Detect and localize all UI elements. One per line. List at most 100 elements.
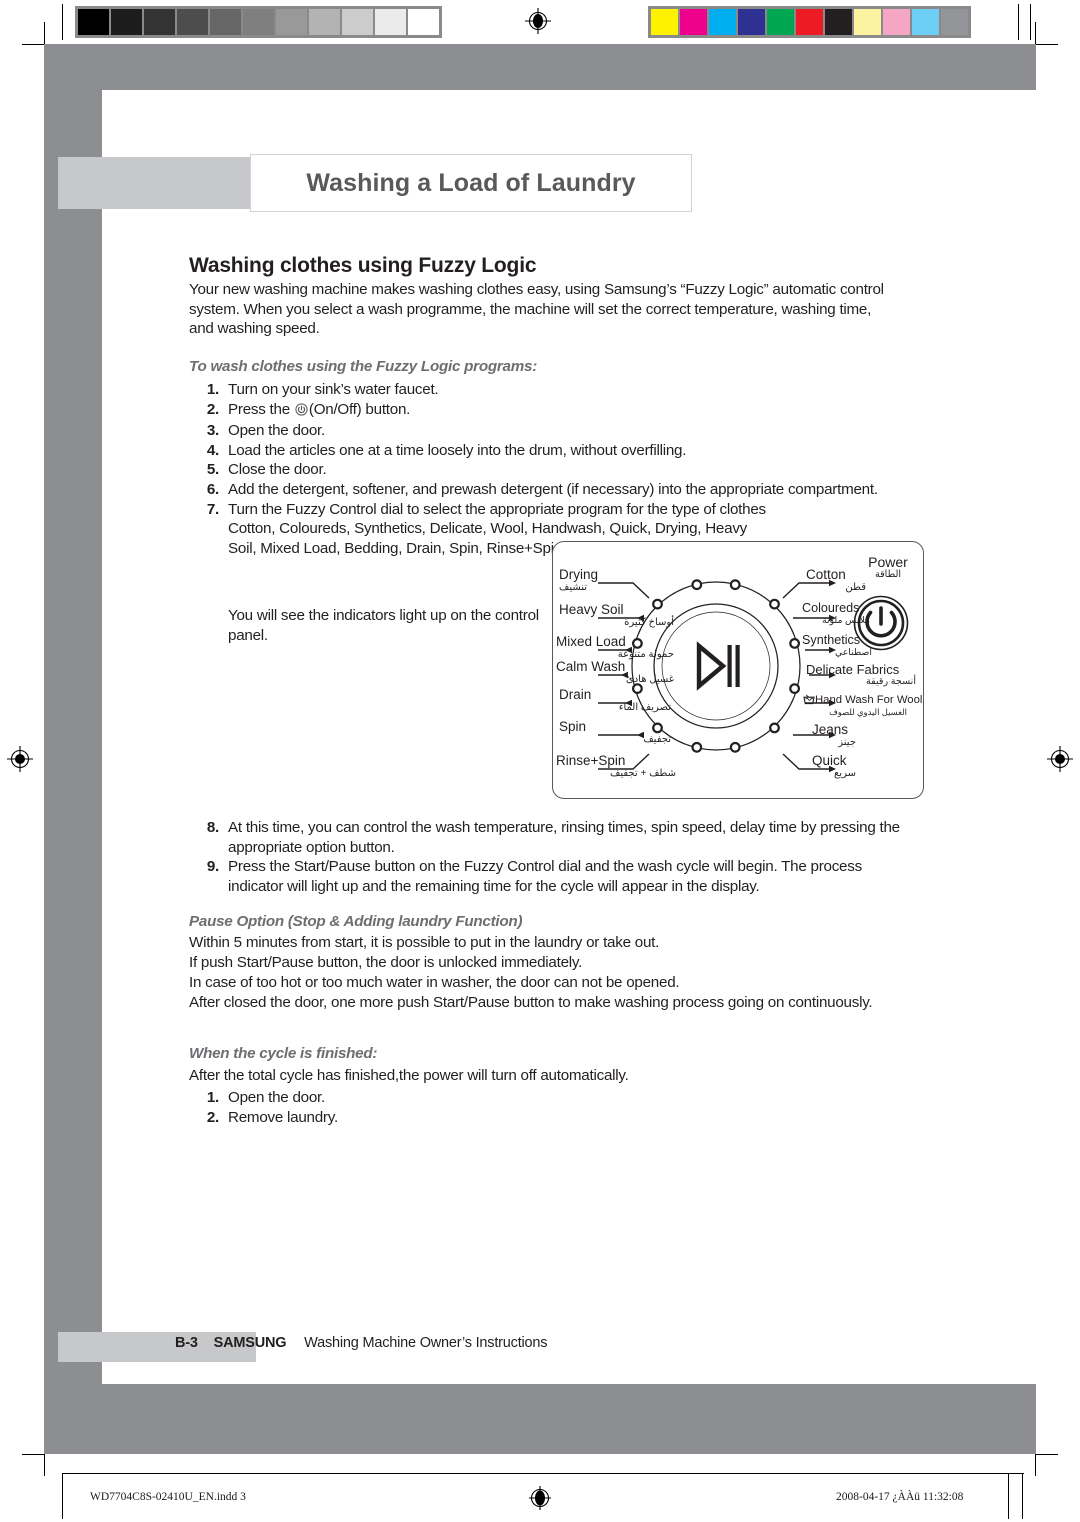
calibration-swatch [709, 9, 738, 35]
power-label-en: Power [868, 554, 908, 570]
trim-mark [22, 44, 44, 45]
dial-label-calm-wash: Calm Wash غسيل هادئ [556, 659, 674, 686]
pause-option-line: After closed the door, one more push Sta… [189, 994, 873, 1011]
dial-label-en: Delicate Fabrics [806, 662, 900, 677]
calibration-swatch [243, 9, 276, 35]
manual-page: Washing a Load of Laundry Washing clothe… [44, 44, 1036, 1454]
trim-mark [44, 1454, 45, 1476]
step-text: Load the articles one at a time loosely … [228, 441, 687, 459]
step-text: Add the detergent, softener, and prewash… [228, 480, 878, 498]
print-footer-filename: WD7704C8S-02410U_EN.indd 3 [90, 1491, 246, 1503]
registration-target-icon-bottom [526, 1484, 554, 1512]
indicator-note: You will see the indicators light up on … [228, 607, 539, 644]
list-item: 9. Press the Start/Pause button on the F… [189, 857, 919, 896]
calibration-swatch [111, 9, 144, 35]
dial-label-coloureds: Coloureds ملابس ملونة [802, 601, 870, 626]
trim-mark [1035, 1454, 1036, 1476]
calibration-swatch [883, 9, 912, 35]
greyscale-calibration-bar [75, 6, 442, 38]
power-label-ar: الطاقة [874, 569, 902, 580]
hand-wash-icon [803, 694, 815, 708]
play-pause-icon [696, 641, 740, 691]
page-title-box: Washing a Load of Laundry [250, 154, 692, 212]
footer-page-number: B-3 [175, 1335, 198, 1351]
calibration-swatch [309, 9, 342, 35]
step-number: 8. [206, 819, 219, 836]
dial-label-en: Mixed Load [556, 634, 626, 649]
step-text: Open the door. [228, 422, 325, 440]
page-band-top [44, 44, 1036, 90]
step-text: Remove laundry. [228, 1108, 338, 1126]
page-title: Washing a Load of Laundry [306, 168, 636, 197]
page-band-bottom [102, 1384, 1036, 1454]
print-footer-rule [62, 1473, 1024, 1474]
color-calibration-bar [648, 6, 971, 38]
calibration-swatch [78, 9, 111, 35]
step-text-before: Press the [228, 400, 290, 418]
fuzzy-logic-steps-list-2: 8. At this time, you can control the was… [189, 818, 919, 896]
dial-label-spin: Spin تجفيف [559, 720, 671, 746]
dial-label-ar: أوساخ كثيرة [624, 617, 674, 628]
dial-label-en: Hand Wash For Wool [815, 694, 923, 706]
dial-label-jeans: Jeans جينز [812, 723, 874, 749]
registration-target-icon-top [524, 7, 552, 35]
calibration-swatch [375, 9, 408, 35]
page-band-left [44, 90, 102, 1454]
page-title-wrap: Washing a Load of Laundry [52, 154, 692, 212]
dial-label-drying: Drying تنشيف [559, 567, 669, 594]
calibration-swatch [767, 9, 796, 35]
dial-label-drain: Drain تصريف الماء [559, 687, 671, 714]
cycle-finished-steps-list: 1. Open the door. 2. Remove laundry. [189, 1088, 689, 1127]
dial-label-ar: ملابس ملونة [822, 615, 870, 625]
fuzzy-control-dial-panel[interactable]: Drying تنشيف Heavy Soil أوساخ كثيرة Mixe… [552, 541, 924, 799]
list-item: 6. Add the detergent, softener, and prew… [189, 480, 909, 500]
calibration-swatch [177, 9, 210, 35]
dial-label-en: Rinse+Spin [556, 753, 626, 768]
dial-label-quick: Quick سريع [812, 753, 874, 780]
dial-label-en: Coloureds [802, 601, 860, 615]
step-text-after: (On/Off) button. [308, 400, 411, 418]
calibration-swatch [854, 9, 883, 35]
step-text: Open the door. [228, 1089, 325, 1106]
list-item: 1. Open the door. [189, 1088, 689, 1108]
print-footer-edge-rule [1022, 1473, 1023, 1519]
steps-subheading: To wash clothes using the Fuzzy Logic pr… [189, 358, 538, 375]
dial-label-en: Calm Wash [556, 659, 626, 674]
calibration-swatch [680, 9, 709, 35]
step-number: 6. [206, 480, 219, 498]
calibration-swatch [144, 9, 177, 35]
step-number: 7. [206, 500, 219, 518]
list-item: 3. Open the door. [189, 421, 909, 441]
dial-label-ar: أنسجة رقيقة [865, 676, 916, 687]
dial-label-en: Synthetics [802, 633, 861, 647]
trim-mark [22, 1454, 44, 1455]
pause-option-line: Within 5 minutes from start, it is possi… [189, 934, 660, 951]
calibration-swatch [941, 9, 968, 35]
edge-rule [1030, 4, 1031, 40]
trim-mark [44, 22, 45, 44]
print-footer-timestamp: 2008-04-17 ¿ÀÀü 11:32:08 [836, 1491, 964, 1503]
step-text: Turn on your sink’s water faucet. [228, 381, 439, 398]
dial-label-ar: تصريف الماء [618, 702, 671, 713]
calibration-swatch [651, 9, 680, 35]
step-text: Press the (On/Off) button. [228, 400, 909, 422]
dial-label-en: Quick [812, 753, 847, 768]
dial-label-ar: قطن [845, 582, 866, 593]
trim-mark [1036, 44, 1058, 45]
print-footer-edge-rule [1008, 1473, 1009, 1519]
list-item: 5. Close the door. [189, 460, 909, 480]
step-text: Press the Start/Pause button on the Fuzz… [228, 858, 862, 895]
dial-label-delicate-fabrics: Delicate Fabrics أنسجة رقيقة [806, 663, 916, 687]
dial-label-hand-wash-for-wool: Hand Wash For Wool الغسيل اليدوي للصوف [803, 694, 923, 718]
dial-label-en: Drain [559, 687, 592, 702]
dial-label-ar: تنشيف [559, 582, 588, 593]
dial-label-en: Drying [559, 567, 599, 582]
step-number: 2. [206, 1108, 219, 1126]
pause-option-heading: Pause Option (Stop & Adding laundry Func… [189, 913, 523, 930]
footer: B-3 SAMSUNG Washing Machine Owner’s Inst… [175, 1335, 548, 1351]
dial-power-caption: Power الطاقة [856, 555, 920, 580]
dial-label-heavy-soil: Heavy Soil أوساخ كثيرة [559, 603, 674, 629]
dial-label-ar: اصطناعي [834, 647, 872, 657]
step-number: 2. [206, 400, 219, 418]
list-item: 2. Remove laundry. [189, 1108, 689, 1128]
